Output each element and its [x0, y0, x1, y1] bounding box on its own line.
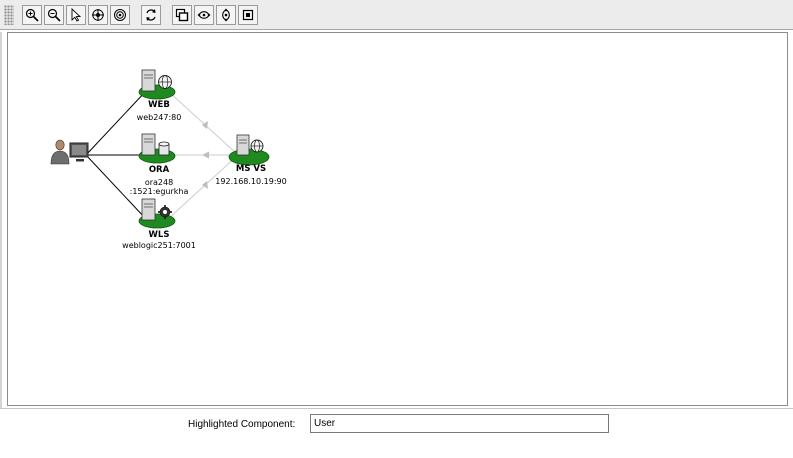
pan-button[interactable] — [88, 5, 108, 25]
refresh-icon — [146, 9, 156, 21]
arrowhead-ora — [202, 151, 209, 159]
user-edges — [85, 90, 147, 220]
status-bar: Highlighted Component: — [0, 408, 793, 458]
topology-diagram — [50, 69, 270, 229]
zoom-in-button[interactable] — [22, 5, 42, 25]
ora-node-detail-line2: :1521:egurkha — [129, 187, 189, 196]
window-left-edge — [0, 32, 2, 457]
wls-node-detail: weblogic251:7001 — [122, 241, 196, 250]
ora-node-icon[interactable] — [138, 133, 176, 164]
edge-web-msvs — [167, 90, 239, 156]
refresh-button[interactable] — [141, 5, 161, 25]
msvs-node-detail: 192.168.10.19:90 — [215, 177, 287, 186]
ora-node-detail-line1: ora248 — [144, 178, 174, 187]
edge-user-web — [85, 90, 147, 156]
fit-to-window-icon — [114, 9, 126, 21]
vertical-layout-icon — [222, 8, 230, 22]
wls-node-icon[interactable] — [138, 198, 176, 229]
vertical-layout-button[interactable] — [216, 5, 236, 25]
msvs-node-icon[interactable] — [228, 134, 270, 166]
web-node-icon[interactable] — [138, 69, 176, 100]
horizontal-layout-icon — [197, 11, 211, 19]
dependency-edges — [167, 90, 239, 220]
select-tool-button[interactable] — [66, 5, 86, 25]
web-node-name: WEB — [148, 100, 170, 110]
ora-node-name: ORA — [148, 165, 170, 175]
center-button[interactable] — [238, 5, 258, 25]
arrowhead-web — [202, 121, 208, 129]
arrowhead-wls — [202, 181, 208, 189]
user-node-icon[interactable] — [50, 139, 89, 165]
select-arrow-icon — [71, 8, 82, 22]
overview-window-icon — [175, 8, 189, 22]
topology-canvas[interactable]: WEB web247:80 ORA ora248 :1521:egurkha W… — [7, 32, 788, 406]
toolbar-grip[interactable] — [4, 5, 14, 25]
msvs-node-name: MS VS — [235, 164, 267, 174]
zoom-out-button[interactable] — [44, 5, 64, 25]
highlighted-component-field[interactable] — [310, 414, 609, 433]
center-icon — [242, 9, 254, 21]
overview-window-button[interactable] — [172, 5, 192, 25]
pan-icon — [92, 9, 104, 21]
fit-to-window-button[interactable] — [110, 5, 130, 25]
zoom-out-icon — [47, 8, 61, 22]
wls-node-name: WLS — [148, 230, 170, 240]
horizontal-layout-button[interactable] — [194, 5, 214, 25]
web-node-detail: web247:80 — [136, 113, 182, 122]
zoom-in-icon — [25, 8, 39, 22]
toolbar — [0, 0, 793, 30]
highlighted-component-label: Highlighted Component: — [188, 419, 296, 430]
